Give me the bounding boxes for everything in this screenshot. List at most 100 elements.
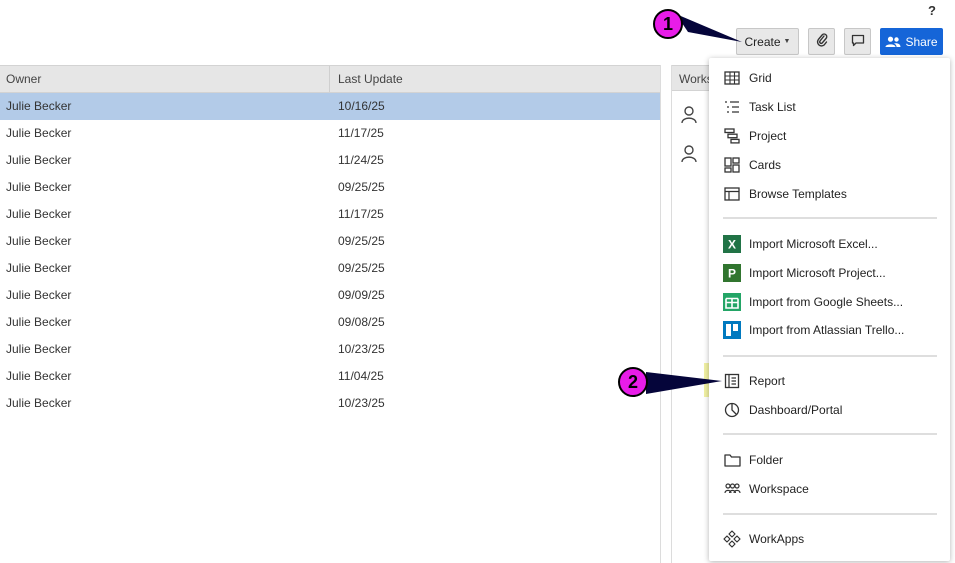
last-update-cell: 11/17/25 bbox=[338, 207, 384, 221]
google-sheets-icon bbox=[723, 293, 741, 311]
conversations-button[interactable] bbox=[844, 28, 871, 55]
table-header: Owner Last Update bbox=[0, 65, 661, 93]
table-row[interactable]: Julie Becker 11/24/25 bbox=[0, 147, 661, 174]
menu-item-label: Import from Google Sheets... bbox=[749, 295, 904, 309]
column-divider[interactable] bbox=[329, 66, 330, 92]
share-label: Share bbox=[905, 34, 938, 49]
owner-cell: Julie Becker bbox=[6, 180, 72, 194]
folder-icon bbox=[723, 451, 741, 469]
table-row[interactable]: Julie Becker 09/09/25 bbox=[0, 282, 661, 309]
menu-item-label: Import Microsoft Project... bbox=[749, 266, 886, 280]
paperclip-icon bbox=[816, 33, 828, 50]
owner-cell: Julie Becker bbox=[6, 234, 72, 248]
owner-cell: Julie Becker bbox=[6, 369, 72, 383]
menu-item-browse-templates[interactable]: Browse Templates bbox=[709, 182, 950, 206]
table-row[interactable]: Julie Becker 11/17/25 bbox=[0, 201, 661, 228]
comment-icon bbox=[851, 34, 865, 50]
attachments-button[interactable] bbox=[808, 28, 835, 55]
table-row[interactable]: Julie Becker 09/25/25 bbox=[0, 174, 661, 201]
last-update-cell: 09/08/25 bbox=[338, 315, 385, 329]
last-update-cell: 09/25/25 bbox=[338, 180, 385, 194]
menu-divider bbox=[723, 433, 937, 435]
create-menu: Grid Task List Project Cards Browse Temp… bbox=[709, 58, 950, 561]
last-update-cell: 11/04/25 bbox=[338, 369, 384, 383]
last-update-cell: 10/23/25 bbox=[338, 396, 385, 410]
menu-item-grid[interactable]: Grid bbox=[709, 66, 950, 90]
trello-icon bbox=[723, 321, 741, 339]
workapps-icon bbox=[723, 530, 741, 548]
cards-icon bbox=[723, 156, 741, 174]
help-button[interactable]: ? bbox=[928, 3, 936, 18]
menu-item-report[interactable]: Report bbox=[709, 369, 950, 393]
callout-badge-1: 1 bbox=[653, 9, 683, 39]
table-row[interactable]: Julie Becker 09/08/25 bbox=[0, 309, 661, 336]
menu-item-workapps[interactable]: WorkApps bbox=[709, 527, 950, 551]
sheet-list-table: Owner Last Update Julie Becker 10/16/25 Ju… bbox=[0, 65, 661, 417]
menu-item-label: Folder bbox=[749, 453, 784, 467]
table-row[interactable]: Julie Becker 09/25/25 bbox=[0, 255, 661, 282]
table-row[interactable]: Julie Becker 11/17/25 bbox=[0, 120, 661, 147]
last-update-cell: 10/23/25 bbox=[338, 342, 385, 356]
menu-item-label: Dashboard/Portal bbox=[749, 403, 843, 417]
menu-item-label: Task List bbox=[749, 100, 796, 114]
menu-item-task-list[interactable]: Task List bbox=[709, 95, 950, 119]
table-row[interactable]: Julie Becker 10/16/25 bbox=[0, 93, 661, 120]
menu-item-import-trello[interactable]: Import from Atlassian Trello... bbox=[709, 318, 950, 342]
user-icon bbox=[681, 145, 697, 166]
last-update-cell: 11/24/25 bbox=[338, 153, 384, 167]
menu-item-label: Browse Templates bbox=[749, 187, 847, 201]
menu-item-label: Import from Atlassian Trello... bbox=[749, 323, 905, 337]
owner-cell: Julie Becker bbox=[6, 315, 72, 329]
menu-item-label: WorkApps bbox=[749, 532, 805, 546]
dashboard-icon bbox=[723, 401, 741, 419]
menu-item-folder[interactable]: Folder bbox=[709, 448, 950, 472]
excel-icon: X bbox=[723, 235, 741, 253]
workspace-icon bbox=[723, 480, 741, 498]
column-header-last-update[interactable]: Last Update bbox=[338, 72, 403, 86]
menu-item-workspace[interactable]: Workspace bbox=[709, 477, 950, 501]
menu-divider bbox=[723, 513, 937, 515]
last-update-cell: 09/25/25 bbox=[338, 234, 385, 248]
menu-item-import-google-sheets[interactable]: Import from Google Sheets... bbox=[709, 290, 950, 314]
column-header-owner[interactable]: Owner bbox=[6, 72, 41, 86]
templates-icon bbox=[723, 185, 741, 203]
table-row[interactable]: Julie Becker 10/23/25 bbox=[0, 390, 661, 417]
last-update-cell: 09/25/25 bbox=[338, 261, 385, 275]
svg-text:X: X bbox=[728, 238, 736, 252]
table-row[interactable]: Julie Becker 09/25/25 bbox=[0, 228, 661, 255]
menu-divider bbox=[723, 217, 937, 219]
menu-item-label: Report bbox=[749, 374, 786, 388]
menu-item-label: Import Microsoft Excel... bbox=[749, 237, 878, 251]
panel-header: Works bbox=[672, 65, 712, 91]
ms-project-icon: P bbox=[723, 264, 741, 282]
chevron-down-icon: ▼ bbox=[783, 38, 791, 45]
table-row[interactable]: Julie Becker 11/04/25 bbox=[0, 363, 661, 390]
grid-icon bbox=[723, 69, 741, 87]
menu-item-label: Cards bbox=[749, 158, 782, 172]
owner-cell: Julie Becker bbox=[6, 261, 72, 275]
menu-item-import-excel[interactable]: X Import Microsoft Excel... bbox=[709, 232, 950, 256]
owner-cell: Julie Becker bbox=[6, 99, 72, 113]
svg-text:P: P bbox=[728, 267, 736, 281]
owner-cell: Julie Becker bbox=[6, 342, 72, 356]
last-update-cell: 10/16/25 bbox=[338, 99, 385, 113]
create-button[interactable]: Create ▼ bbox=[736, 28, 799, 55]
task-list-icon bbox=[723, 98, 741, 116]
menu-item-label: Workspace bbox=[749, 482, 809, 496]
menu-item-dashboard[interactable]: Dashboard/Portal bbox=[709, 398, 950, 422]
menu-item-label: Project bbox=[749, 129, 787, 143]
callout-arrow-1 bbox=[676, 14, 742, 42]
create-label: Create bbox=[744, 34, 781, 49]
owner-cell: Julie Becker bbox=[6, 288, 72, 302]
menu-item-label: Grid bbox=[749, 71, 772, 85]
table-border bbox=[660, 65, 661, 563]
share-button[interactable]: Share bbox=[880, 28, 943, 55]
user-icon bbox=[681, 106, 697, 127]
report-icon bbox=[723, 372, 741, 390]
last-update-cell: 11/17/25 bbox=[338, 126, 384, 140]
menu-item-cards[interactable]: Cards bbox=[709, 153, 950, 177]
table-row[interactable]: Julie Becker 10/23/25 bbox=[0, 336, 661, 363]
project-icon bbox=[723, 127, 741, 145]
menu-item-project[interactable]: Project bbox=[709, 124, 950, 148]
menu-item-import-ms-project[interactable]: P Import Microsoft Project... bbox=[709, 261, 950, 285]
